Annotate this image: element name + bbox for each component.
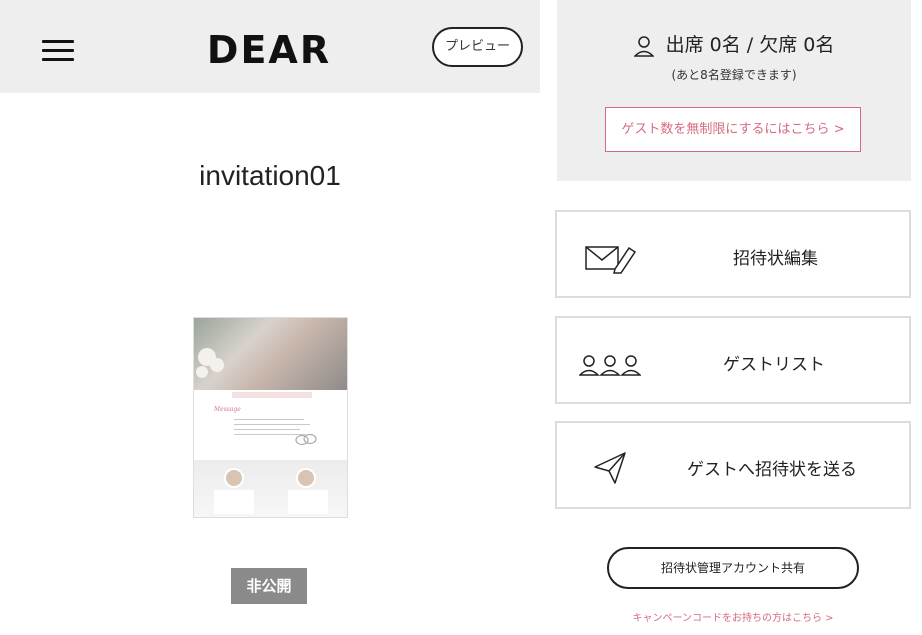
remaining-guests-note: (あと8名登録できます) (671, 68, 797, 82)
attendance-panel: 出席 0名 / 欠席 0名 (あと8名登録できます) ゲスト数を無制限にするには… (557, 0, 911, 181)
menu-label: ゲストリスト (723, 355, 825, 375)
thumbnail-message-heading: Message (214, 406, 241, 413)
attendance-summary-row: 出席 0名 / 欠席 0名 (557, 30, 911, 57)
attendance-summary: 出席 0名 / 欠席 0名 (665, 34, 835, 56)
person-icon (633, 35, 654, 57)
app-header: DEAR プレビュー (0, 0, 540, 93)
menu-label: 招待状編集 (733, 249, 818, 269)
campaign-code-link[interactable]: キャンペーンコードをお持ちの方はこちら > (600, 609, 866, 624)
visibility-badge: 非公開 (231, 568, 307, 604)
left-panel: DEAR プレビュー invitation01 Message 非公開 (0, 0, 540, 635)
guests-icon (579, 355, 641, 376)
share-account-button[interactable]: 招待状管理アカウント共有 (607, 547, 859, 589)
paper-plane-icon (594, 452, 626, 484)
invitation-title: invitation01 (199, 160, 341, 191)
preview-button[interactable]: プレビュー (432, 27, 523, 67)
avatar (296, 468, 316, 488)
thumbnail-photo (194, 318, 347, 390)
hamburger-menu-icon[interactable] (42, 38, 74, 64)
menu-guest-list[interactable]: ゲストリスト (555, 316, 911, 404)
menu-label: ゲストへ招待状を送る (687, 460, 857, 480)
thumbnail-nav (232, 392, 312, 398)
menu-send-invitation[interactable]: ゲストへ招待状を送る (555, 421, 911, 509)
envelope-pen-icon (585, 246, 637, 274)
unlimited-guests-link[interactable]: ゲスト数を無制限にするにはこちら > (605, 107, 861, 152)
rings-icon (295, 433, 317, 446)
app-logo: DEAR (206, 28, 332, 72)
avatar (224, 468, 244, 488)
invitation-thumbnail[interactable]: Message (193, 317, 348, 518)
menu-edit-invitation[interactable]: 招待状編集 (555, 210, 911, 298)
